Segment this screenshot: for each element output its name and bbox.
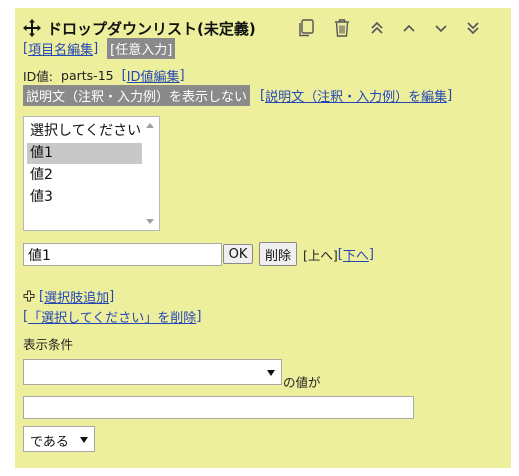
display-condition-label: 表示条件 bbox=[23, 337, 74, 352]
remove-placeholder-link[interactable]: 「選択してください」を削除 bbox=[28, 307, 196, 326]
plus-icon[interactable] bbox=[23, 290, 35, 302]
copy-icon[interactable] bbox=[295, 18, 317, 38]
double-chevron-down-icon[interactable] bbox=[462, 18, 484, 38]
optional-tag-label: 任意入力 bbox=[115, 42, 168, 58]
edit-description-link[interactable]: 説明文（注釈・入力例）を編集 bbox=[265, 86, 447, 105]
chevron-down-icon[interactable] bbox=[430, 18, 452, 38]
trash-icon[interactable] bbox=[331, 18, 353, 38]
edit-label-link[interactable]: 項目名編集 bbox=[28, 39, 93, 58]
label-row: [項目名編集] [任意入力] bbox=[23, 37, 176, 59]
dropdown-item-panel: ドロップダウンリスト(未定義) [項目名編集] [任意入力] ID値: part… bbox=[15, 8, 511, 468]
title-row: ドロップダウンリスト(未定義) bbox=[23, 16, 256, 40]
chevron-up-icon[interactable] bbox=[398, 18, 420, 38]
listbox-scrollbar[interactable] bbox=[142, 117, 159, 230]
option-value-input[interactable] bbox=[23, 243, 222, 266]
list-item[interactable]: 選択してください bbox=[27, 121, 142, 142]
id-label: ID値: bbox=[23, 68, 54, 84]
list-item[interactable]: 値2 bbox=[27, 165, 142, 186]
double-chevron-up-icon[interactable] bbox=[366, 18, 388, 38]
list-item[interactable]: 値1 bbox=[27, 143, 142, 164]
move-links: [上へ][下へ] bbox=[303, 245, 374, 264]
move-icon[interactable] bbox=[23, 19, 41, 37]
condition-operator-value: である bbox=[30, 435, 69, 450]
ok-button[interactable]: OK bbox=[223, 244, 253, 264]
item-title: ドロップダウンリスト(未定義) bbox=[47, 19, 256, 38]
condition-suffix: の値が bbox=[283, 375, 321, 390]
remove-placeholder-row: [「選択してください」を削除] bbox=[23, 307, 202, 326]
condition-value-input[interactable] bbox=[23, 396, 414, 419]
chevron-down-icon bbox=[267, 370, 275, 376]
move-down-link[interactable]: 下へ bbox=[343, 245, 369, 264]
description-hidden-toggle[interactable]: 説明文（注釈・入力例）を表示しない bbox=[23, 85, 251, 106]
chevron-down-icon bbox=[80, 437, 88, 443]
delete-button[interactable]: 削除 bbox=[259, 242, 297, 266]
optional-tag[interactable]: [任意入力] bbox=[107, 37, 176, 59]
id-value: parts-15 bbox=[61, 67, 114, 83]
description-row: 説明文（注釈・入力例）を表示しない [説明文（注釈・入力例）を編集] bbox=[23, 85, 452, 106]
add-option-row: [選択肢追加] bbox=[23, 287, 114, 306]
edit-id-link[interactable]: ID値編集 bbox=[127, 66, 180, 85]
options-listbox[interactable]: 選択してください 値1 値2 値3 bbox=[23, 116, 160, 231]
condition-operator-select[interactable]: である bbox=[23, 426, 95, 452]
list-item[interactable]: 値3 bbox=[27, 187, 142, 208]
id-row: ID値: parts-15 [ID値編集] bbox=[23, 66, 185, 85]
add-option-link[interactable]: 選択肢追加 bbox=[44, 287, 109, 306]
condition-field-select[interactable] bbox=[23, 359, 282, 385]
move-up-text: [上へ] bbox=[303, 247, 338, 263]
scroll-down-arrow-icon[interactable] bbox=[146, 219, 154, 224]
scroll-up-arrow-icon[interactable] bbox=[146, 123, 154, 128]
